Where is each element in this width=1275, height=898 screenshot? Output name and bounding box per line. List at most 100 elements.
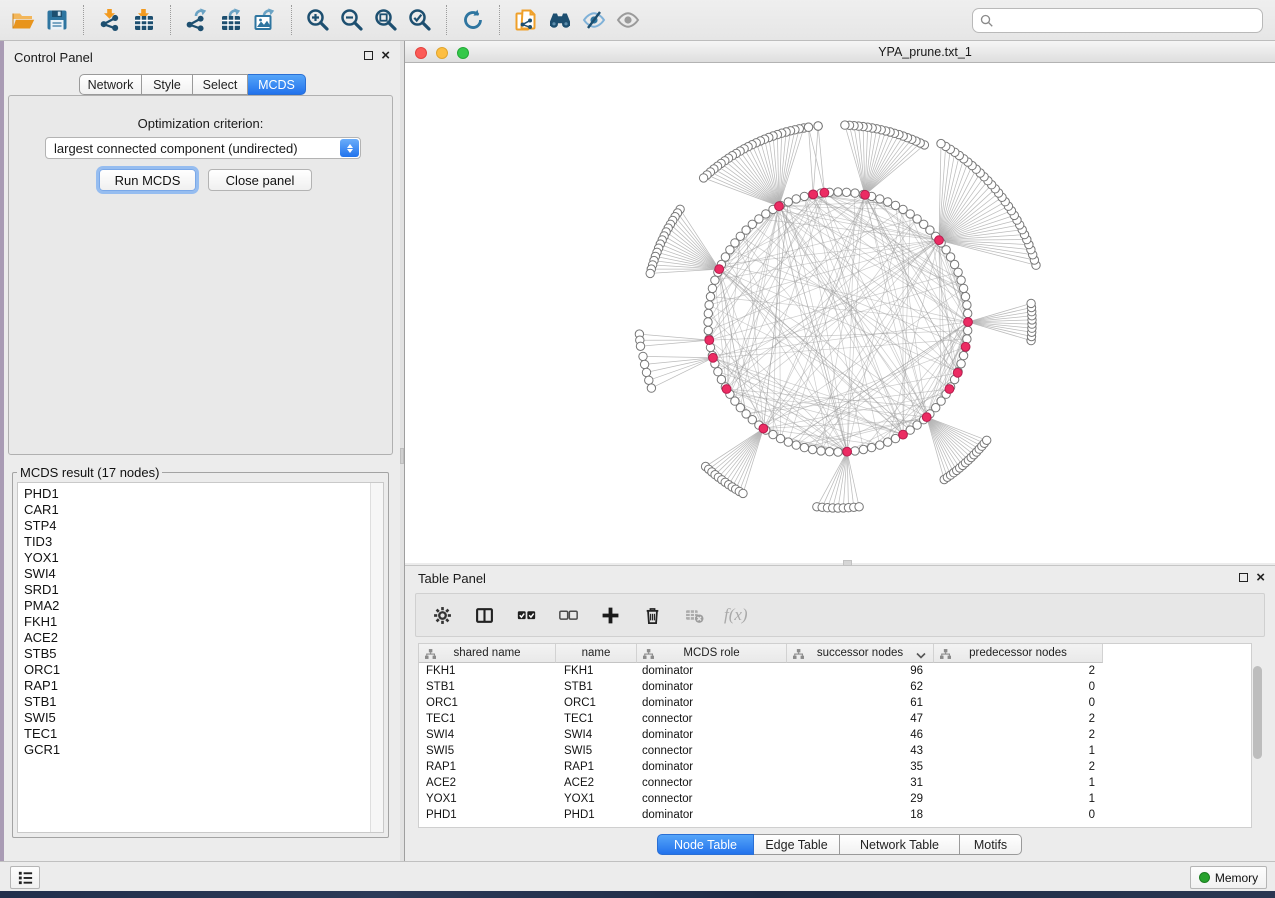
table-row[interactable]: ACE2ACE2connector311 [419, 775, 1103, 791]
network-node[interactable] [704, 309, 712, 317]
network-node[interactable] [876, 441, 884, 449]
network-node[interactable] [876, 195, 884, 203]
tab-style[interactable]: Style [142, 74, 193, 95]
column-header-successor-nodes[interactable]: successor nodes [787, 644, 934, 663]
network-node[interactable] [792, 441, 800, 449]
mcds-node[interactable] [899, 430, 908, 439]
network-node[interactable] [959, 351, 967, 359]
mcds-node[interactable] [953, 368, 962, 377]
optimization-criterion-select[interactable]: largest connected component (undirected) [45, 137, 361, 159]
mcds-result-item[interactable]: STB1 [24, 694, 383, 710]
hide-selected-button[interactable] [577, 4, 611, 36]
close-panel-icon[interactable]: × [381, 50, 390, 61]
import-network-button[interactable] [93, 4, 127, 36]
network-node[interactable] [851, 189, 859, 197]
mcds-result-item[interactable]: STP4 [24, 518, 383, 534]
save-session-button[interactable] [40, 4, 74, 36]
export-table-button[interactable] [214, 4, 248, 36]
network-node[interactable] [647, 384, 655, 392]
select-all-rows-button[interactable] [514, 603, 538, 627]
tab-network[interactable]: Network [79, 74, 142, 95]
mcds-result-item[interactable]: TID3 [24, 534, 383, 550]
table-settings-button[interactable] [430, 603, 454, 627]
float-table-panel-icon[interactable] [1239, 573, 1248, 582]
network-node[interactable] [937, 139, 945, 147]
zoom-fit-button[interactable] [369, 4, 403, 36]
mcds-node[interactable] [843, 447, 852, 456]
network-node[interactable] [699, 174, 707, 182]
window-zoom-icon[interactable] [457, 47, 469, 59]
network-node[interactable] [645, 376, 653, 384]
delete-columns-button[interactable] [640, 603, 664, 627]
network-node[interactable] [639, 352, 647, 360]
function-builder-button[interactable]: f(x) [724, 605, 748, 625]
network-node[interactable] [983, 436, 991, 444]
network-node[interactable] [708, 284, 716, 292]
mcds-result-item[interactable]: SRD1 [24, 582, 383, 598]
column-header-name[interactable]: name [556, 644, 637, 663]
table-row[interactable]: YOX1YOX1connector291 [419, 791, 1103, 807]
mcds-result-item[interactable]: FKH1 [24, 614, 383, 630]
network-node[interactable] [704, 318, 712, 326]
splitter-handle[interactable] [400, 448, 404, 464]
network-node[interactable] [817, 447, 825, 455]
network-node[interactable] [800, 192, 808, 200]
mcds-result-item[interactable]: SWI5 [24, 710, 383, 726]
mcds-result-item[interactable]: YOX1 [24, 550, 383, 566]
network-node[interactable] [705, 301, 713, 309]
network-node[interactable] [867, 443, 875, 451]
network-node[interactable] [834, 448, 842, 456]
table-row[interactable]: PHD1PHD1dominator180 [419, 807, 1103, 823]
horizontal-splitter-handle[interactable] [843, 560, 852, 566]
tab-select[interactable]: Select [193, 74, 248, 95]
zoom-out-button[interactable] [335, 4, 369, 36]
export-network-button[interactable] [180, 4, 214, 36]
network-node[interactable] [714, 368, 722, 376]
tab-motifs[interactable]: Motifs [960, 834, 1022, 855]
network-node[interactable] [804, 123, 812, 131]
mcds-result-item[interactable]: RAP1 [24, 678, 383, 694]
zoom-in-button[interactable] [301, 4, 335, 36]
mcds-node[interactable] [922, 413, 931, 422]
column-header-shared-name[interactable]: shared name [419, 644, 556, 663]
mcds-node[interactable] [861, 190, 870, 199]
mcds-result-list[interactable]: PHD1CAR1STP4TID3YOX1SWI4SRD1PMA2FKH1ACE2… [17, 482, 384, 833]
table-row[interactable]: TEC1TEC1connector472 [419, 711, 1103, 727]
column-header-MCDS-role[interactable]: MCDS role [637, 644, 787, 663]
mcds-result-item[interactable]: STB5 [24, 646, 383, 662]
network-node[interactable] [963, 301, 971, 309]
mcds-node[interactable] [709, 353, 718, 362]
mcds-node[interactable] [945, 385, 954, 394]
network-node[interactable] [855, 503, 863, 511]
network-node[interactable] [841, 121, 849, 129]
open-file-button[interactable] [6, 4, 40, 36]
network-node[interactable] [808, 445, 816, 453]
network-node[interactable] [963, 335, 971, 343]
tab-mcds[interactable]: MCDS [248, 74, 306, 95]
search-input[interactable] [994, 11, 1262, 31]
table-row[interactable]: FKH1FKH1dominator962 [419, 663, 1103, 679]
search-box[interactable] [972, 8, 1263, 33]
mcds-node[interactable] [722, 385, 731, 394]
table-row[interactable]: ORC1ORC1dominator610 [419, 695, 1103, 711]
zoom-selected-button[interactable] [403, 4, 437, 36]
memory-button[interactable]: Memory [1190, 866, 1267, 889]
deselect-all-rows-button[interactable] [556, 603, 580, 627]
network-node[interactable] [784, 198, 792, 206]
network-node[interactable] [776, 434, 784, 442]
float-panel-icon[interactable] [364, 51, 373, 60]
window-minimize-icon[interactable] [436, 47, 448, 59]
network-node[interactable] [964, 309, 972, 317]
table-row[interactable]: RAP1RAP1dominator352 [419, 759, 1103, 775]
network-node[interactable] [959, 284, 967, 292]
mcds-result-item[interactable]: CAR1 [24, 502, 383, 518]
network-node[interactable] [851, 447, 859, 455]
mcds-node[interactable] [715, 265, 724, 274]
network-node[interactable] [961, 292, 969, 300]
network-node[interactable] [859, 445, 867, 453]
network-node[interactable] [834, 188, 842, 196]
network-node[interactable] [704, 326, 712, 334]
import-table-button[interactable] [127, 4, 161, 36]
network-node[interactable] [825, 448, 833, 456]
table-row[interactable]: SWI5SWI5connector431 [419, 743, 1103, 759]
